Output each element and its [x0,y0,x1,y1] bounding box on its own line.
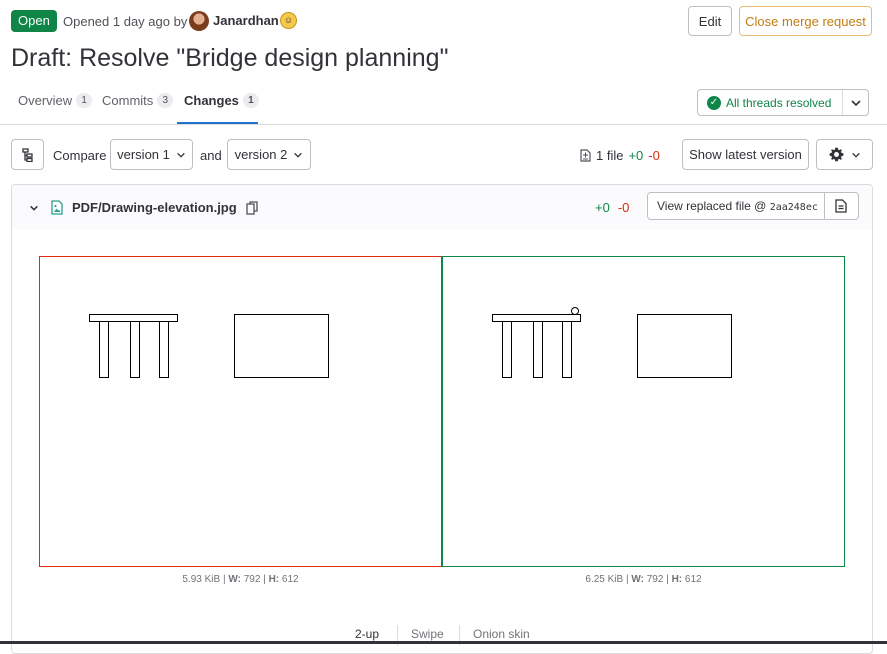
view-mode-onion-skin[interactable]: Onion skin [473,627,530,641]
tab-count: 3 [157,93,174,108]
file-added-lines: +0 [595,200,610,215]
threads-resolved-control[interactable]: ✓ All threads resolved [697,89,869,116]
old-image-size: 5.93 KiB [182,574,221,585]
view-mode-tabs: 2-up Swipe Onion skin [12,625,872,651]
edit-button[interactable]: Edit [688,6,732,36]
old-image-meta: 5.93 KiB | W: 792 | H: 612 [182,574,299,585]
author-link[interactable]: Janardhan [213,13,279,28]
view-file-button[interactable] [823,193,858,219]
tab-overview[interactable]: Overview 1 [18,93,93,108]
file-tree-icon [21,147,33,162]
new-image-width: 792 [646,574,664,585]
show-latest-version-button[interactable]: Show latest version [682,139,809,170]
chevron-down-icon [850,99,861,106]
diff-stats: 1 file +0 -0 [580,148,660,163]
tab-count: 1 [242,93,259,108]
old-height-label: H: [268,574,280,585]
new-image-size: 6.25 KiB [585,574,624,585]
view-replaced-file-button[interactable]: View replaced file @ 2aa248ec [647,192,859,220]
tab-changes[interactable]: Changes 1 [184,93,259,108]
compare-label: Compare [53,148,107,163]
avatar[interactable] [189,11,209,31]
copy-icon[interactable] [246,201,258,215]
new-image-frame [442,256,845,567]
view-replaced-label: View replaced file @ [657,199,767,213]
status-badge: Open [11,10,57,32]
tab-label: Commits [102,93,154,108]
chevron-down-icon [177,152,185,158]
tab-commits[interactable]: Commits 3 [102,93,174,108]
diff-settings-dropdown[interactable] [816,139,873,170]
file-diff-icon [580,149,591,162]
chevron-down-icon[interactable] [29,203,39,213]
gear-icon [829,147,844,162]
to-version-label: version 2 [234,147,288,162]
opened-text: Opened 1 day ago by [63,14,188,29]
close-merge-request-button[interactable]: Close merge request [739,6,872,36]
replaced-sha: 2aa248ec [769,202,818,213]
old-width-label: W: [228,574,241,585]
old-image [89,314,329,378]
file-count: 1 file [596,148,624,163]
threads-dropdown-toggle[interactable] [843,97,868,109]
from-version-label: version 1 [117,147,170,162]
new-image-height: 612 [684,574,702,585]
image-file-icon [51,200,63,215]
old-image-frame [39,256,442,567]
and-label: and [200,148,222,163]
image-diff-area: 5.93 KiB | W: 792 | H: 612 6.25 KiB | W:… [12,229,872,653]
new-height-label: H: [671,574,683,585]
file-path[interactable]: PDF/Drawing-elevation.jpg [72,200,237,215]
chevron-down-icon [294,152,303,158]
tab-label: Changes [184,93,239,108]
added-lines: +0 [628,148,644,163]
new-image [492,307,732,378]
divider [0,124,887,125]
document-icon [835,199,847,213]
old-image-width: 792 [243,574,261,585]
old-image-height: 612 [281,574,299,585]
page-title: Draft: Resolve "Bridge design planning" [11,44,449,72]
view-replaced-text: View replaced file @ 2aa248ec [648,199,824,213]
threads-resolved-label: All threads resolved [726,95,832,110]
file-diff-panel: PDF/Drawing-elevation.jpg +0 -0 View rep… [11,184,873,654]
view-mode-swipe[interactable]: Swipe [411,627,444,641]
file-removed-lines: -0 [617,200,630,215]
view-mode-2up[interactable]: 2-up [355,627,379,641]
file-header: PDF/Drawing-elevation.jpg +0 -0 View rep… [12,185,872,230]
chevron-down-icon [852,152,860,158]
from-version-select[interactable]: version 1 [110,139,193,170]
file-diff-stats: +0 -0 [595,200,629,215]
tab-count: 1 [76,93,93,108]
tab-label: Overview [18,93,73,108]
removed-lines: -0 [648,148,660,163]
new-image-meta: 6.25 KiB | W: 792 | H: 612 [585,574,702,585]
threads-resolved-button[interactable]: ✓ All threads resolved [698,90,843,115]
new-width-label: W: [631,574,644,585]
check-circle-icon: ✓ [707,95,721,110]
file-tree-toggle-button[interactable] [11,139,44,170]
to-version-select[interactable]: version 2 [227,139,311,170]
emoji-icon: ☺ [280,12,297,29]
